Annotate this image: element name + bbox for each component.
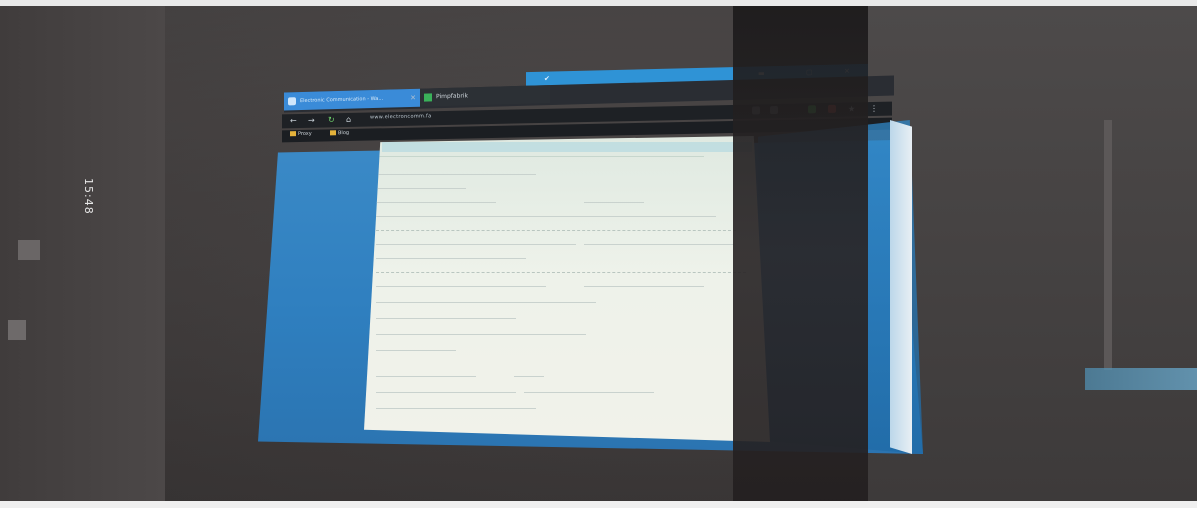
text-line (376, 244, 576, 245)
text-line (376, 286, 546, 287)
text-line (584, 202, 644, 203)
spreadsheet-icon (424, 93, 432, 102)
document-panel (364, 136, 770, 442)
text-line (376, 376, 476, 377)
scan-bottom-border (0, 501, 1197, 508)
text-line (376, 188, 466, 189)
wall-clock-display: 15:48 (82, 178, 95, 215)
newtab-icon[interactable]: ✔ (544, 75, 550, 83)
text-line (376, 258, 526, 259)
text-line (376, 230, 736, 231)
tab-spreadsheet[interactable]: Pimpfabrik (420, 85, 550, 107)
text-line (514, 376, 544, 377)
right-pillar (1104, 120, 1112, 370)
text-line (376, 174, 536, 175)
wall-switch (18, 240, 40, 260)
home-icon[interactable]: ⌂ (346, 115, 351, 124)
text-line (376, 392, 516, 393)
document-header-band (382, 142, 752, 152)
text-line (376, 408, 536, 409)
text-line (376, 202, 496, 203)
screen-edge (890, 120, 912, 454)
reload-icon[interactable]: ↻ (328, 115, 335, 124)
forward-icon[interactable]: → (308, 116, 315, 125)
tab-mail[interactable]: Electronic Communication - Wa... ✕ (284, 88, 420, 111)
close-tab-icon[interactable]: ✕ (410, 89, 416, 107)
projected-shelf-light (1085, 368, 1197, 390)
text-line (374, 156, 704, 157)
text-line (376, 302, 596, 303)
tab-label: Electronic Communication - Wa... (300, 95, 384, 105)
mail-icon (288, 97, 296, 106)
text-line (376, 334, 586, 335)
menu-icon[interactable]: ⋮ (870, 104, 878, 113)
url-field[interactable]: www.electroncomm.fa (370, 113, 432, 120)
tab-label: Pimpfabrik (436, 92, 469, 101)
back-icon[interactable]: ← (290, 116, 297, 125)
folder-icon (330, 130, 336, 136)
text-line (376, 350, 456, 351)
text-line (376, 272, 746, 273)
text-line (524, 392, 654, 393)
text-line (376, 216, 716, 217)
folder-icon (290, 131, 296, 137)
bookmark-item[interactable]: Proxy (290, 131, 312, 137)
text-line (584, 286, 704, 287)
text-line (376, 318, 516, 319)
bookmark-item[interactable]: Blog (330, 130, 349, 136)
door-frame-shadow (733, 6, 868, 501)
text-line (584, 244, 734, 245)
wall-outlet (8, 320, 26, 340)
